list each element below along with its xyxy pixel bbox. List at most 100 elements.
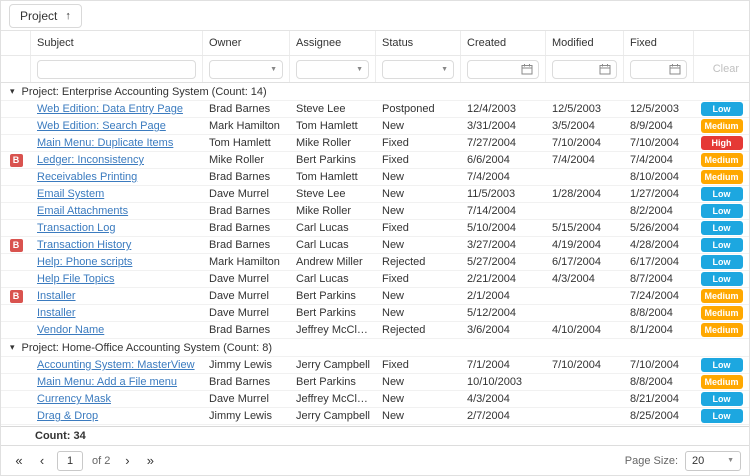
table-row[interactable]: Drag & DropJimmy LewisJerry CampbellNew2… [1,408,749,425]
chevron-down-icon[interactable]: ▼ [265,66,282,73]
column-header-modified[interactable]: Modified [546,31,624,55]
table-row[interactable]: Receivables PrintingBrad BarnesTom Hamle… [1,169,749,186]
priority-badge: Medium [701,289,743,303]
assignee-filter-input[interactable] [297,61,351,78]
owner-cell: Dave Murrel [203,305,290,321]
modified-cell: 6/17/2004 [546,254,624,270]
subject-link[interactable]: Email Attachments [37,205,128,217]
created-filter-input[interactable] [468,61,516,78]
modified-cell: 4/10/2004 [546,322,624,338]
created-cell: 7/1/2004 [461,357,546,373]
status-cell: New [376,374,461,390]
owner-cell: Tom Hamlett [203,135,290,151]
table-row[interactable]: InstallerDave MurrelBert ParkinsNew5/12/… [1,305,749,322]
owner-cell: Brad Barnes [203,237,290,253]
table-row[interactable]: BTransaction HistoryBrad BarnesCarl Luca… [1,237,749,254]
last-page-button[interactable]: » [140,451,160,471]
subject-link[interactable]: Drag & Drop [37,410,98,422]
collapse-icon[interactable]: ▾ [10,87,15,96]
owner-cell: Mike Roller [203,152,290,168]
table-row[interactable]: BInstallerDave MurrelBert ParkinsNew2/1/… [1,288,749,305]
collapse-icon[interactable]: ▾ [10,343,15,352]
subject-link[interactable]: Ledger: Inconsistency [37,154,144,166]
priority-cell: Low [694,358,749,372]
column-header-fixed[interactable]: Fixed [624,31,694,55]
created-cell: 7/4/2004 [461,169,546,185]
calendar-icon[interactable] [516,63,538,75]
subject-link[interactable]: Installer [37,290,76,302]
page-number-input[interactable]: 1 [57,451,83,471]
table-row[interactable]: Main Menu: Duplicate ItemsTom HamlettMik… [1,135,749,152]
status-cell: New [376,118,461,134]
group-row[interactable]: ▾Project: Home-Office Accounting System … [1,339,749,357]
created-cell: 2/1/2004 [461,288,546,304]
column-header-assignee[interactable]: Assignee [290,31,376,55]
table-row[interactable]: Web Edition: Search PageMark HamiltonTom… [1,118,749,135]
calendar-icon[interactable] [664,63,686,75]
prev-page-button[interactable]: ‹ [32,451,52,471]
column-header-status[interactable]: Status [376,31,461,55]
table-row[interactable]: BLedger: InconsistencyMike RollerBert Pa… [1,152,749,169]
modified-cell: 7/10/2004 [546,135,624,151]
table-row[interactable]: Main Menu: Add a File menuBrad BarnesBer… [1,374,749,391]
subject-link[interactable]: Web Edition: Data Entry Page [37,103,183,115]
subject-link[interactable]: Vendor Name [37,324,104,336]
created-cell: 5/12/2004 [461,305,546,321]
subject-link[interactable]: Accounting System: MasterView [37,359,195,371]
status-cell: Fixed [376,357,461,373]
table-row[interactable]: Help File TopicsDave MurrelCarl LucasFix… [1,271,749,288]
fixed-cell: 8/1/2004 [624,322,694,338]
column-header-owner[interactable]: Owner [203,31,290,55]
fixed-cell: 8/2/2004 [624,203,694,219]
column-header-subject[interactable]: Subject [31,31,203,55]
status-filter-input[interactable] [383,61,436,78]
subject-cell: Installer [31,305,203,321]
subject-link[interactable]: Transaction Log [37,222,115,234]
status-cell: Rejected [376,254,461,270]
subject-link[interactable]: Installer [37,307,76,319]
status-cell: Postponed [376,101,461,117]
assignee-cell: Carl Lucas [290,237,376,253]
chevron-down-icon[interactable]: ▼ [351,66,368,73]
created-cell: 10/10/2003 [461,374,546,390]
subject-link[interactable]: Email System [37,188,104,200]
subject-filter-input[interactable] [38,61,195,78]
table-row[interactable]: Transaction LogBrad BarnesCarl LucasFixe… [1,220,749,237]
subject-link[interactable]: Main Menu: Duplicate Items [37,137,173,149]
subject-link[interactable]: Help File Topics [37,273,114,285]
fixed-filter-input[interactable] [631,61,664,78]
modified-filter-input[interactable] [553,61,594,78]
owner-filter-input[interactable] [210,61,265,78]
subject-link[interactable]: Help: Phone scripts [37,256,132,268]
table-row[interactable]: Help: Phone scriptsMark HamiltonAndrew M… [1,254,749,271]
assignee-cell: Tom Hamlett [290,169,376,185]
column-header-created[interactable]: Created [461,31,546,55]
subject-cell: Main Menu: Add a File menu [31,374,203,390]
modified-filter-box [552,60,617,79]
table-row[interactable]: Currency MaskDave MurrelJeffrey McClainN… [1,391,749,408]
chevron-down-icon[interactable]: ▼ [436,66,453,73]
table-row[interactable]: Accounting System: MasterViewJimmy Lewis… [1,357,749,374]
table-row[interactable]: Email AttachmentsBrad BarnesMike RollerN… [1,203,749,220]
filter-cell-status: ▼ [376,56,461,82]
clear-filter-button[interactable]: Clear [709,63,743,75]
first-page-button[interactable]: « [9,451,29,471]
subject-link[interactable]: Main Menu: Add a File menu [37,376,177,388]
table-row[interactable]: Email SystemDave MurrelSteve LeeNew11/5/… [1,186,749,203]
table-row[interactable]: Vendor NameBrad BarnesJeffrey McClainRej… [1,322,749,339]
assignee-cell: Andrew Miller [290,254,376,270]
priority-cell: Medium [694,119,749,133]
subject-link[interactable]: Currency Mask [37,393,111,405]
subject-link[interactable]: Receivables Printing [37,171,137,183]
subject-link[interactable]: Web Edition: Search Page [37,120,166,132]
table-row[interactable]: Web Edition: Data Entry PageBrad BarnesS… [1,101,749,118]
subject-link[interactable]: Transaction History [37,239,131,251]
group-chip-project[interactable]: Project ↑ [9,4,82,28]
calendar-icon[interactable] [594,63,616,75]
modified-cell: 5/15/2004 [546,220,624,236]
created-cell: 11/5/2003 [461,186,546,202]
next-page-button[interactable]: › [117,451,137,471]
priority-badge: Low [701,187,743,201]
group-row[interactable]: ▾Project: Enterprise Accounting System (… [1,83,749,101]
page-size-select[interactable]: 20 ▼ [685,451,741,471]
